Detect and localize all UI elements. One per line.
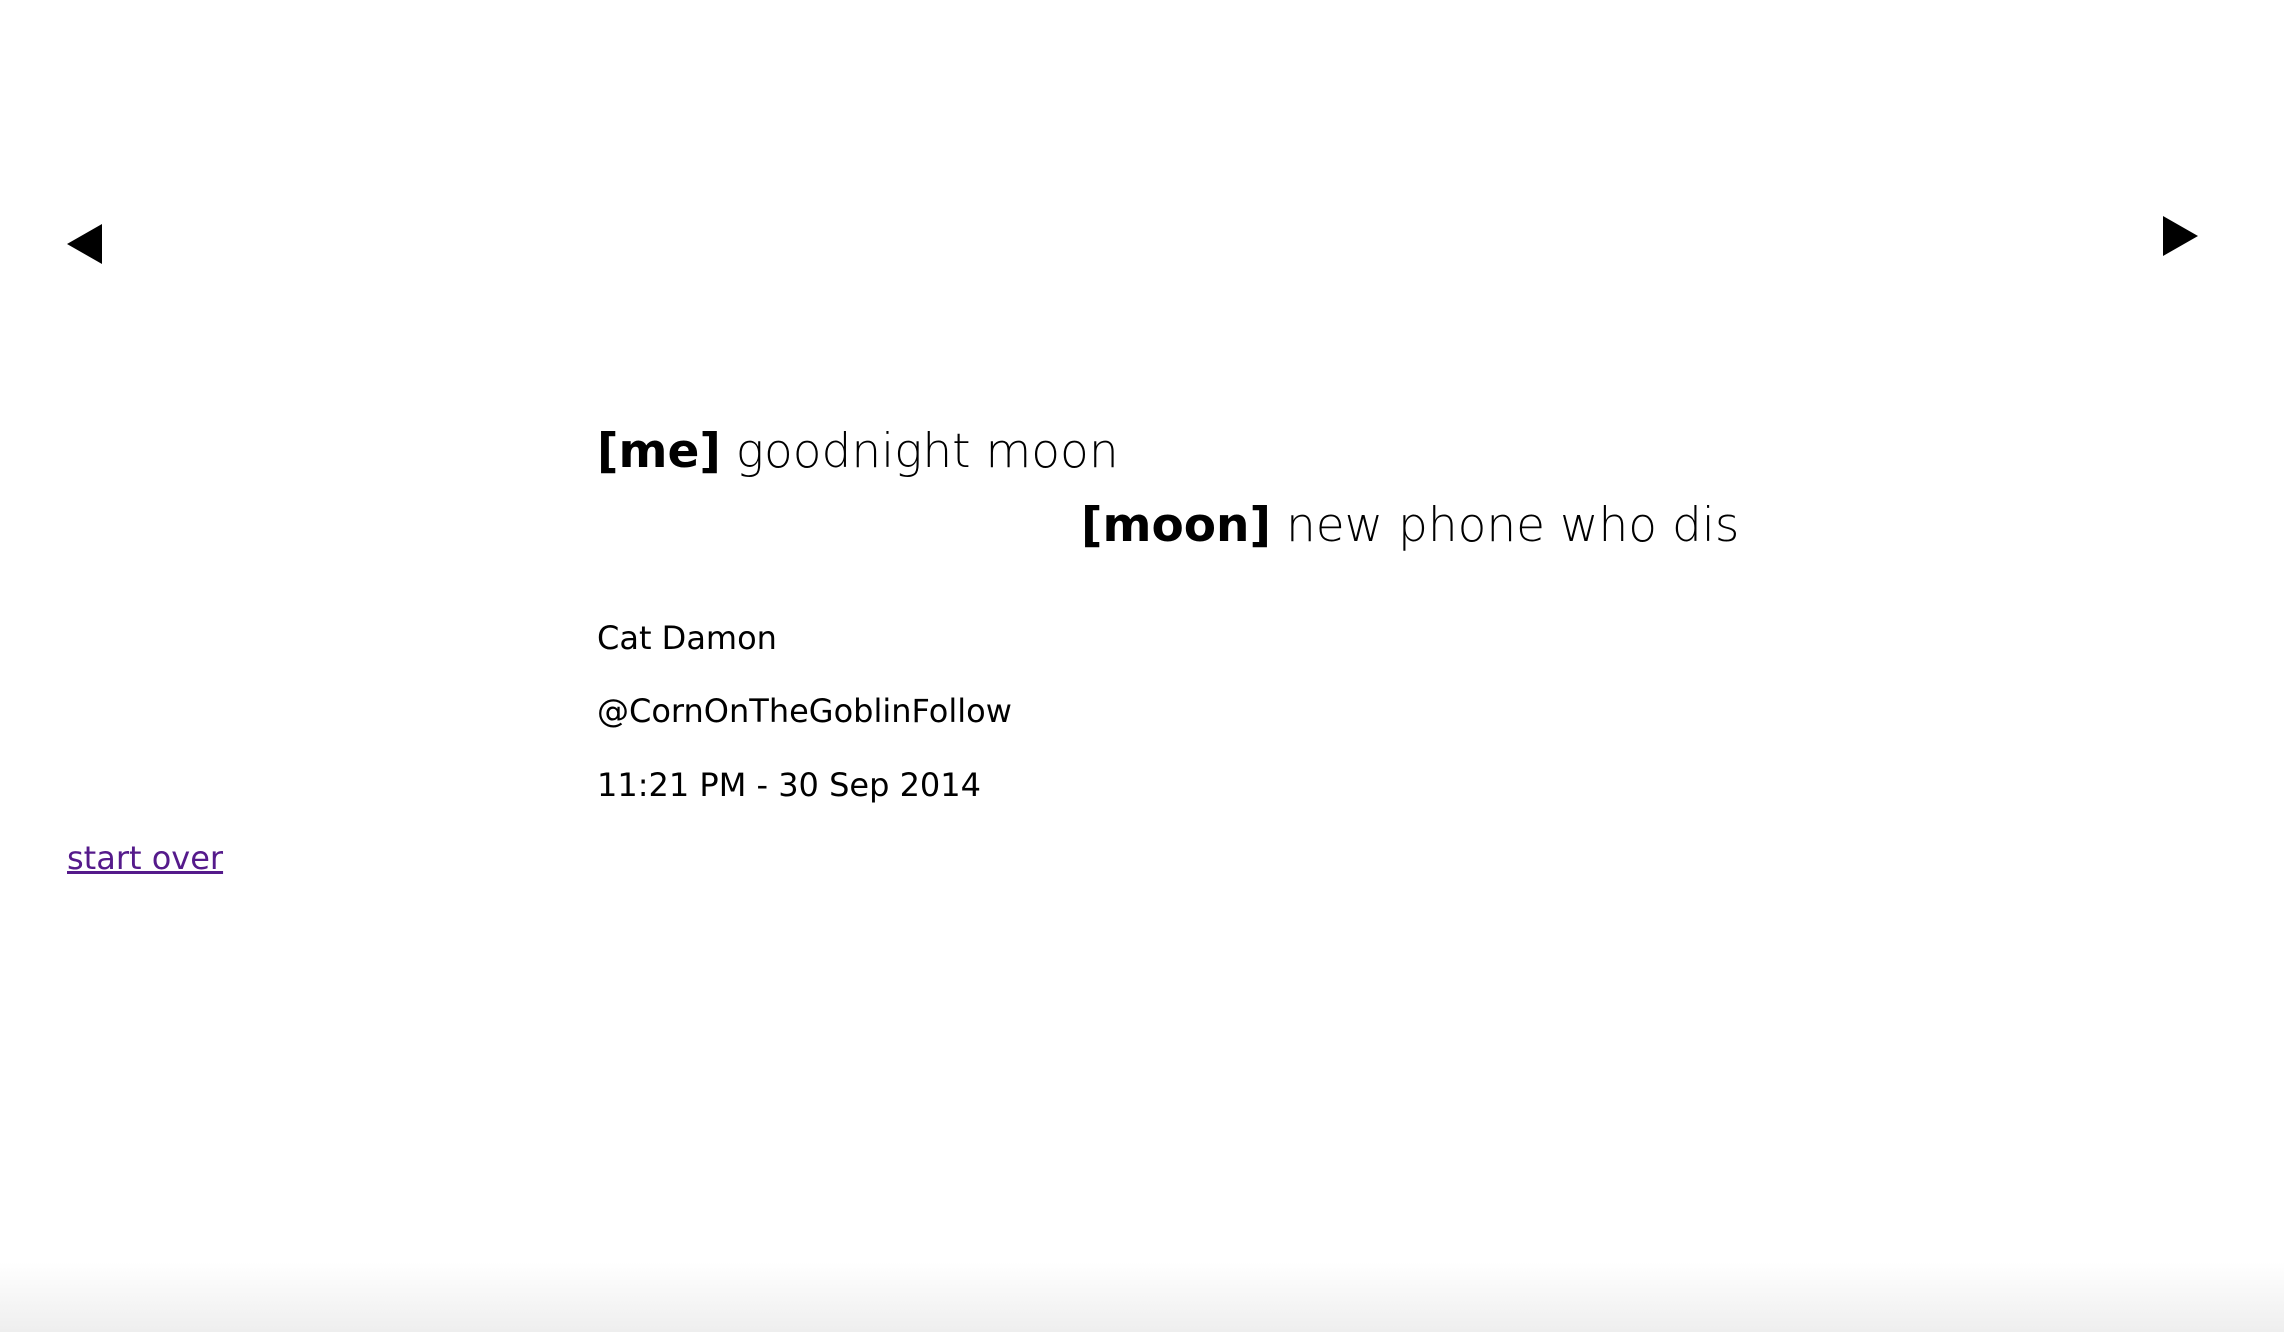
page: [me] goodnight moon [moon] new phone who…: [0, 0, 2284, 1332]
dialogue-line-moon: [moon] new phone who dis: [1081, 496, 1739, 556]
start-over-link[interactable]: start over: [67, 838, 223, 878]
speaker-label: [moon]: [1081, 498, 1271, 553]
dialogue-text: goodnight moon: [735, 424, 1119, 479]
previous-arrow-icon[interactable]: [67, 224, 102, 264]
tweet-timestamp: 11:21 PM - 30 Sep 2014: [597, 766, 981, 804]
speaker-label: [me]: [597, 424, 721, 479]
author-handle: @CornOnTheGoblinFollow: [597, 692, 1012, 730]
dialogue-line-me: [me] goodnight moon: [597, 422, 1119, 482]
bottom-shadow: [0, 1262, 2284, 1332]
dialogue-text: new phone who dis: [1285, 498, 1740, 553]
next-arrow-icon[interactable]: [2163, 216, 2198, 256]
author-name: Cat Damon: [597, 619, 777, 657]
